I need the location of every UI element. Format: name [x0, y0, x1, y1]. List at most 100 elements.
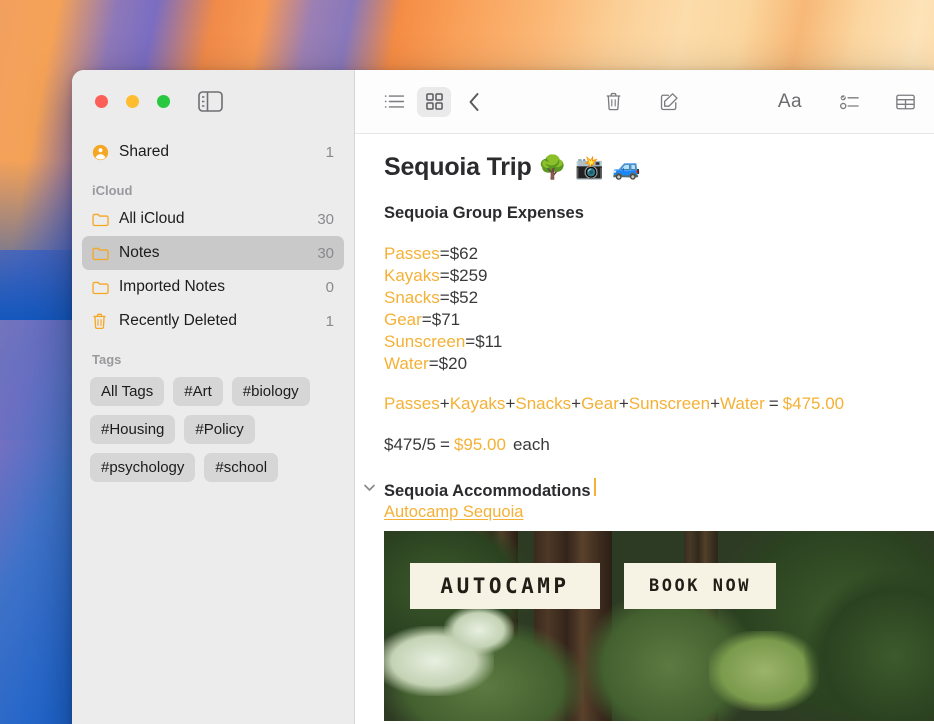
format-aa-icon[interactable]: Aa — [770, 87, 810, 117]
format-aa-label: Aa — [777, 90, 803, 112]
traffic-lights — [95, 95, 170, 108]
folder-icon — [92, 246, 114, 261]
sidebar-section-header-tags: Tags — [92, 352, 122, 367]
autocamp-link[interactable]: Autocamp Sequoia — [384, 503, 918, 522]
compose-icon[interactable] — [653, 87, 687, 117]
accommodations-heading: Sequoia Accommodations — [384, 482, 591, 500]
gallery-view-icon[interactable] — [417, 86, 451, 117]
total-term: Snacks — [515, 394, 572, 413]
expense-row: Sunscreen=$11 — [384, 331, 918, 353]
tag-list: All Tags #Art #biology #Housing #Policy … — [72, 371, 354, 482]
sidebar-item-label: Recently Deleted — [119, 312, 238, 329]
sidebar-item-recently-deleted[interactable]: Recently Deleted 1 — [82, 304, 344, 338]
sidebar-item-shared[interactable]: Shared 1 — [82, 135, 344, 169]
zoom-button[interactable] — [157, 95, 170, 108]
expense-equals: = — [439, 244, 450, 263]
expense-equals: = — [428, 354, 439, 373]
tag-school[interactable]: #school — [204, 453, 279, 482]
shared-person-icon — [92, 144, 114, 161]
sidebar-item-label: Notes — [119, 244, 160, 261]
tag-art[interactable]: #Art — [173, 377, 223, 406]
sidebar-item-label: Shared — [119, 143, 169, 160]
folder-icon — [92, 280, 114, 295]
sidebar-item-count: 0 — [325, 278, 334, 296]
per-person-equals: = — [440, 435, 450, 454]
sidebar-item-imported-notes[interactable]: Imported Notes 0 — [82, 270, 344, 304]
sidebar-section-header-icloud: iCloud — [92, 183, 133, 198]
sidebar-item-notes[interactable]: Notes 30 — [82, 236, 344, 270]
expense-name: Water — [384, 354, 429, 373]
note-text-region: Sequoia Trip 🌳 📸 🚙 Sequoia Group Expense… — [355, 152, 934, 522]
total-term: Kayaks — [449, 394, 506, 413]
expense-name: Gear — [384, 310, 422, 329]
forest-photo — [384, 531, 934, 721]
expense-name: Passes — [384, 244, 440, 263]
note-subtitle: Sequoia Group Expenses — [384, 204, 584, 222]
total-formula: Passes+Kayaks+Snacks+Gear+Sunscreen+Wate… — [384, 394, 918, 414]
chevron-down-icon[interactable] — [363, 481, 376, 494]
per-person-formula: $475/5 = $95.00 each — [384, 435, 918, 455]
text-cursor — [593, 478, 596, 496]
folder-icon — [92, 212, 114, 227]
note-content-pane: Aa Sequoia Trip 🌳 📸 🚙 Sequoia Group Expe… — [355, 70, 934, 724]
sidebar-item-label: All iCloud — [119, 210, 185, 227]
tag-policy[interactable]: #Policy — [184, 415, 255, 444]
expense-amount: $259 — [449, 266, 488, 285]
autocamp-logo-text: AUTOCAMP — [440, 574, 570, 598]
expense-equals: = — [421, 310, 432, 329]
expense-row: Kayaks=$259 — [384, 265, 918, 287]
total-term: Gear — [581, 394, 619, 413]
checklist-icon[interactable] — [832, 87, 866, 117]
expense-amount: $62 — [449, 244, 479, 263]
window-titlebar — [72, 70, 354, 135]
list-view-icon[interactable] — [377, 87, 411, 117]
total-term: Passes — [384, 394, 440, 413]
book-now-label: BOOK NOW — [649, 576, 751, 596]
expense-amount: $11 — [475, 332, 503, 351]
note-body[interactable]: Sequoia Trip 🌳 📸 🚙 Sequoia Group Expense… — [355, 134, 934, 724]
per-person-expression: $475/5 — [384, 435, 436, 454]
autocamp-logo-badge: AUTOCAMP — [410, 563, 600, 609]
total-result: $475.00 — [782, 394, 845, 413]
expense-row: Water=$20 — [384, 353, 918, 375]
per-person-suffix: each — [512, 435, 550, 454]
sidebar-item-all-icloud[interactable]: All iCloud 30 — [82, 202, 344, 236]
total-plus: + — [571, 394, 582, 413]
sidebar-item-count: 1 — [325, 312, 334, 330]
minimize-button[interactable] — [126, 95, 139, 108]
total-term: Sunscreen — [628, 394, 711, 413]
note-toolbar: Aa — [355, 70, 934, 134]
tag-psychology[interactable]: #psychology — [90, 453, 196, 482]
expense-amount: $20 — [438, 354, 468, 373]
book-now-button[interactable]: BOOK NOW — [624, 563, 776, 609]
expense-amount: $52 — [449, 288, 479, 307]
total-plus: + — [505, 394, 516, 413]
per-person-result: $95.00 — [453, 435, 506, 454]
foliage — [804, 571, 934, 721]
tag-biology[interactable]: #biology — [231, 377, 310, 406]
expense-row: Gear=$71 — [384, 309, 918, 331]
table-icon[interactable] — [888, 87, 922, 117]
white-leaves — [444, 606, 514, 654]
total-plus: + — [618, 394, 629, 413]
notes-window: Shared 1 iCloud All iCloud 30 Notes 30 I… — [72, 70, 934, 724]
foliage-highlight — [709, 631, 819, 711]
expense-name: Snacks — [384, 288, 440, 307]
back-chevron-icon[interactable] — [457, 87, 491, 117]
tag-all-tags[interactable]: All Tags — [90, 377, 165, 406]
total-equals: = — [768, 394, 779, 413]
trash-icon — [92, 313, 114, 330]
close-button[interactable] — [95, 95, 108, 108]
expense-equals: = — [465, 332, 476, 351]
expense-row: Snacks=$52 — [384, 287, 918, 309]
sidebar-item-count: 30 — [317, 210, 334, 228]
sidebar: Shared 1 iCloud All iCloud 30 Notes 30 I… — [72, 70, 355, 724]
expense-name: Sunscreen — [384, 332, 466, 351]
tag-housing[interactable]: #Housing — [90, 415, 176, 444]
link-preview-image[interactable]: AUTOCAMP BOOK NOW — [384, 531, 934, 721]
expense-list: Passes=$62 Kayaks=$259 Snacks=$52 Gear=$… — [384, 243, 918, 375]
sidebar-item-label: Imported Notes — [119, 278, 225, 295]
trash-icon[interactable] — [597, 87, 631, 117]
sidebar-toggle-icon[interactable] — [198, 91, 223, 112]
sidebar-item-count: 1 — [325, 143, 334, 161]
